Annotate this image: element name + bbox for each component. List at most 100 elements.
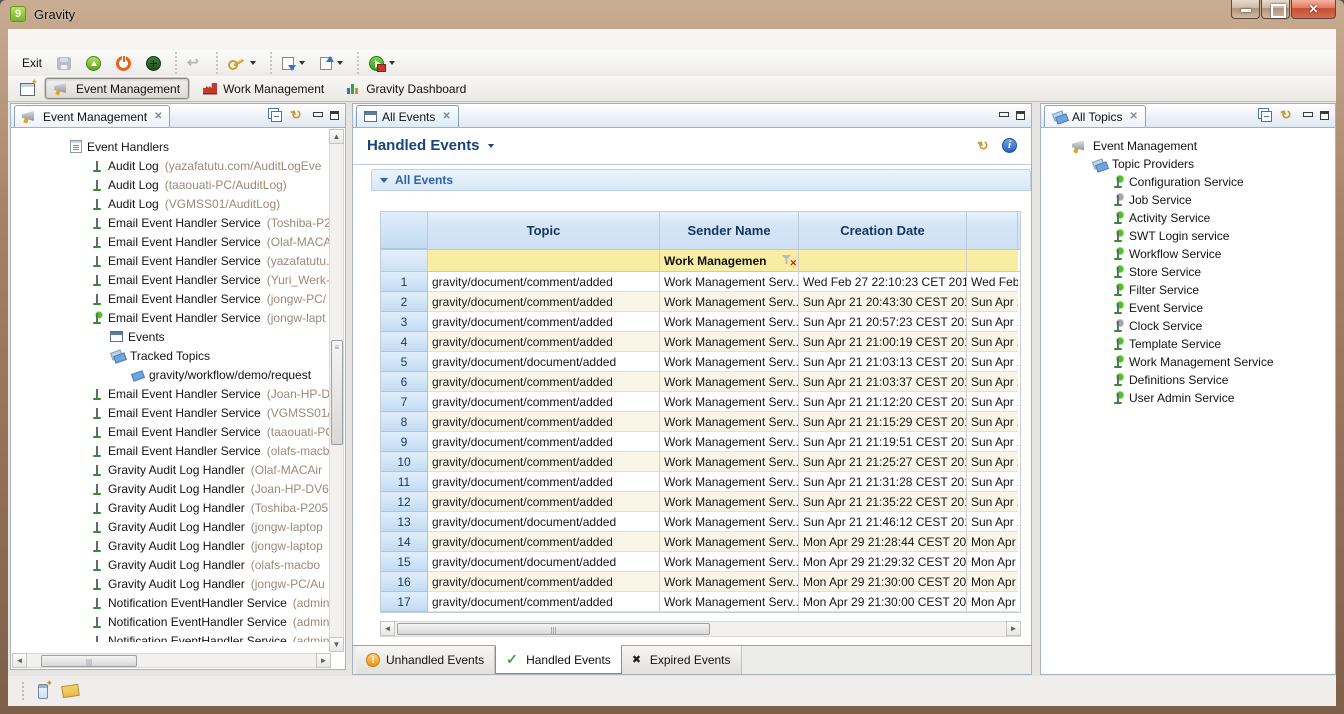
tree-item[interactable]: Event Service [1042, 299, 1334, 317]
tab-all-topics[interactable]: All Topics ✕ [1044, 105, 1146, 127]
maximize-button[interactable] [1261, 0, 1290, 19]
tree-item[interactable]: Email Event Handler Service (Olaf-MACA [12, 232, 331, 251]
tree-item[interactable]: Audit Log (taaouati-PC/AuditLog) [12, 175, 331, 194]
info-icon[interactable] [1002, 138, 1017, 153]
tree-item[interactable]: Audit Log (VGMSS01/AuditLog) [12, 194, 331, 213]
section-collapse-icon[interactable] [380, 178, 388, 183]
exit-button[interactable]: Exit [18, 54, 46, 72]
filter-created-cell[interactable] [799, 250, 967, 271]
tree-item[interactable]: Filter Service [1042, 281, 1334, 299]
clear-filter-icon[interactable] [782, 254, 796, 267]
open-perspective-button[interactable] [16, 79, 39, 98]
menu-item[interactable] [86, 38, 104, 42]
table-row[interactable]: 17 gravity/document/comment/added Work M… [381, 592, 1020, 612]
tree-item[interactable]: User Admin Service [1042, 389, 1334, 407]
tree-item[interactable]: Gravity Audit Log Handler (Olaf-MACAir [12, 460, 331, 479]
collapse-all-icon[interactable] [1261, 111, 1272, 122]
table-row[interactable]: 12 gravity/document/comment/added Work M… [381, 492, 1020, 512]
col-header-created[interactable]: Creation Date [799, 212, 967, 249]
menu-item[interactable] [50, 38, 68, 42]
table-row[interactable]: 8 gravity/document/comment/added Work Ma… [381, 412, 1020, 432]
tree-item[interactable]: Clock Service [1042, 317, 1334, 335]
view-minimize-icon[interactable] [313, 111, 322, 120]
table-row[interactable]: 2 gravity/document/comment/added Work Ma… [381, 292, 1020, 312]
export-button[interactable] [316, 55, 347, 72]
table-row[interactable]: 3 gravity/document/comment/added Work Ma… [381, 312, 1020, 332]
scroll-up-button[interactable]: ▲ [329, 129, 344, 144]
dropdown-arrow-icon[interactable] [337, 61, 343, 65]
perspective-button[interactable]: Gravity Dashboard [338, 78, 474, 99]
menu-item[interactable] [104, 38, 122, 42]
scrollbar-thumb[interactable]: ||| [41, 655, 137, 667]
tree-item[interactable]: Email Event Handler Service (Yuri_Werk- [12, 270, 331, 289]
table-row[interactable]: 4 gravity/document/comment/added Work Ma… [381, 332, 1020, 352]
table-row[interactable]: 5 gravity/document/document/added Work M… [381, 352, 1020, 372]
refresh-icon[interactable] [977, 139, 992, 153]
tree-item[interactable]: Gravity Audit Log Handler (olafs-macbo [12, 555, 331, 574]
tree-item[interactable]: Event Handlers [12, 137, 331, 156]
minimize-button[interactable] [1231, 0, 1260, 19]
tree-item[interactable]: Workflow Service [1042, 245, 1334, 263]
menu-item[interactable] [14, 38, 32, 42]
back-button[interactable] [183, 54, 206, 72]
tree-item[interactable]: Gravity Audit Log Handler (Toshiba-P205 [12, 498, 331, 517]
filter-extra-cell[interactable] [967, 250, 1018, 271]
tree-item[interactable]: Gravity Audit Log Handler (jongw-PC/Au [12, 574, 331, 593]
tree-item[interactable]: Email Event Handler Service (yazafatutu. [12, 251, 331, 270]
tree-item[interactable]: Notification EventHandler Service (admin [12, 631, 331, 642]
tree-item[interactable]: Gravity Audit Log Handler (jongw-laptop [12, 517, 331, 536]
table-row[interactable]: 9 gravity/document/comment/added Work Ma… [381, 432, 1020, 452]
col-header-rownum[interactable] [381, 212, 428, 249]
envelope-icon[interactable] [61, 684, 80, 698]
title-dropdown-icon[interactable] [488, 144, 494, 148]
scroll-right-button[interactable]: ► [316, 653, 331, 668]
col-header-extra[interactable] [967, 212, 1018, 249]
table-row[interactable]: 14 gravity/document/comment/added Work M… [381, 532, 1020, 552]
table-row[interactable]: 16 gravity/document/comment/added Work M… [381, 572, 1020, 592]
table-row[interactable]: 15 gravity/document/document/added Work … [381, 552, 1020, 572]
tree-item[interactable]: Template Service [1042, 335, 1334, 353]
trim-drag-handle[interactable] [22, 682, 24, 700]
scrollbar-thumb[interactable]: ||| [397, 623, 710, 635]
tree-item[interactable]: Notification EventHandler Service (admin [12, 612, 331, 631]
close-icon[interactable]: ✕ [1129, 111, 1137, 122]
view-minimize-icon[interactable] [1303, 111, 1312, 120]
scrollbar-thumb[interactable]: ≡ [331, 340, 343, 445]
view-minimize-icon[interactable] [999, 111, 1008, 120]
tree-item[interactable]: Gravity Audit Log Handler (Joan-HP-DV6 [12, 479, 331, 498]
import-button[interactable] [278, 55, 309, 72]
view-maximize-icon[interactable] [330, 111, 339, 120]
tree-item[interactable]: Notification EventHandler Service (admin [12, 593, 331, 612]
tree-item[interactable]: Work Management Service [1042, 353, 1334, 371]
table-row[interactable]: 1 gravity/document/comment/added Work Ma… [381, 272, 1020, 292]
tree-item[interactable]: Definitions Service [1042, 371, 1334, 389]
menu-item[interactable] [122, 38, 140, 42]
tree-item[interactable]: Email Event Handler Service (Toshiba-P2 [12, 213, 331, 232]
perspective-button[interactable]: Event Management [45, 78, 189, 99]
tree-item[interactable]: Gravity Audit Log Handler (jongw-laptop [12, 536, 331, 555]
tree-item[interactable]: SWT Login service [1042, 227, 1334, 245]
close-button[interactable] [1291, 0, 1336, 19]
perspective-button[interactable]: Work Management [195, 78, 332, 99]
tree-item[interactable]: Email Event Handler Service (taaouati-PC [12, 422, 331, 441]
scroll-left-button[interactable]: ◄ [380, 621, 395, 636]
key-tool-button[interactable] [224, 55, 260, 72]
tree-item[interactable]: Email Event Handler Service (jongw-lapt [12, 308, 331, 327]
tree-item[interactable]: Email Event Handler Service (olafs-macb [12, 441, 331, 460]
table-row[interactable]: 6 gravity/document/comment/added Work Ma… [381, 372, 1020, 392]
tree-item[interactable]: Email Event Handler Service (VGMSS01/c [12, 403, 331, 422]
menu-item[interactable] [68, 38, 86, 42]
view-maximize-icon[interactable] [1016, 111, 1025, 120]
filter-sender-cell[interactable]: Work Managemen [660, 250, 799, 271]
tree-item[interactable]: Activity Service [1042, 209, 1334, 227]
bottom-tab[interactable]: Expired Events [622, 646, 742, 674]
section-all-events[interactable]: All Events [371, 169, 1031, 191]
connect-button[interactable] [142, 54, 165, 73]
dropdown-arrow-icon[interactable] [389, 61, 395, 65]
login-button[interactable] [82, 54, 105, 73]
view-maximize-icon[interactable] [1320, 111, 1329, 120]
dropdown-arrow-icon[interactable] [250, 61, 256, 65]
tree-item[interactable]: Event Management [1042, 137, 1334, 155]
shutdown-button[interactable] [112, 54, 135, 73]
tree-item[interactable]: Email Event Handler Service (jongw-PC/ [12, 289, 331, 308]
